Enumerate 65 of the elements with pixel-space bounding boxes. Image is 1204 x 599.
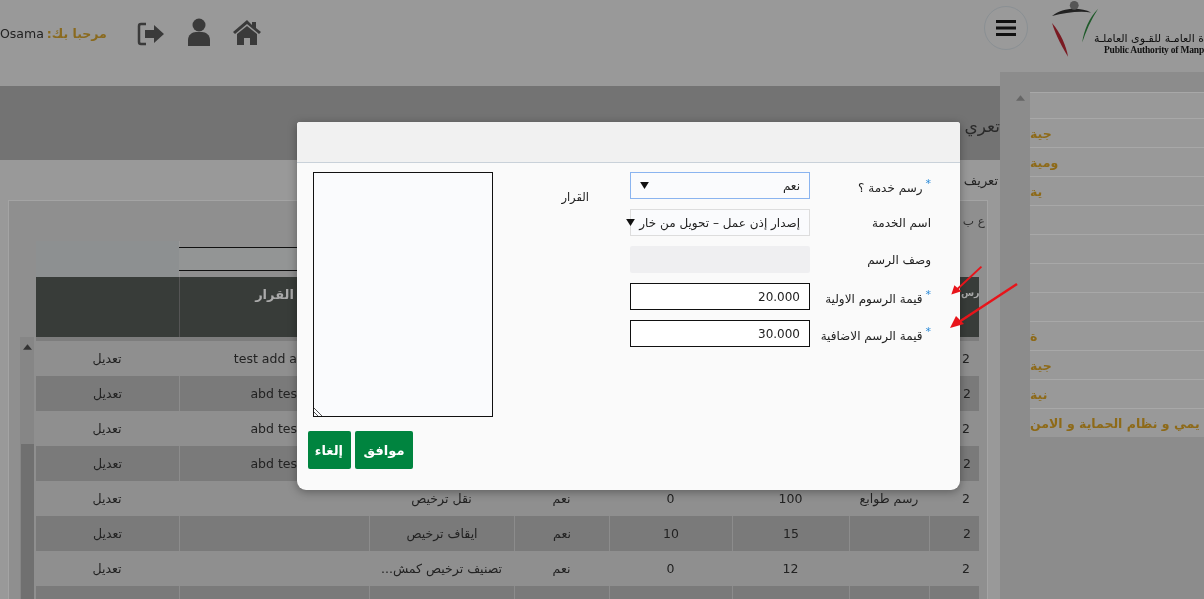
table-cell: 2 <box>963 456 971 471</box>
table-cell: abd tes <box>250 421 297 436</box>
column-header[interactable]: القرار <box>255 287 294 337</box>
table-cell: رسم طوابع <box>859 491 919 506</box>
table-cell: 2 <box>962 421 970 436</box>
edit-link[interactable]: تعديل <box>92 491 122 506</box>
table-cell: 10 <box>663 526 679 541</box>
scroll-up-icon[interactable] <box>1016 95 1025 101</box>
input-field[interactable]: 30.000 <box>630 320 810 347</box>
menu-icon <box>996 20 1016 36</box>
user-icon[interactable] <box>187 18 211 46</box>
edit-link[interactable]: تعديل <box>92 561 122 576</box>
edit-link[interactable]: تعديل <box>93 386 122 401</box>
table-cell: 2 <box>962 351 970 366</box>
edit-link[interactable]: تعديل <box>93 526 122 541</box>
edit-link[interactable]: تعديل <box>92 421 122 436</box>
table-cell: 0 <box>666 561 675 576</box>
page-title: تعري <box>964 116 1000 136</box>
table-cell: 12 <box>782 561 799 576</box>
resize-grip-icon[interactable] <box>314 406 324 416</box>
edit-link[interactable]: تعديل <box>93 456 122 471</box>
panel-caption: ع ب <box>962 214 985 228</box>
caret-icon <box>640 182 649 189</box>
table-cell: 2 <box>962 561 970 576</box>
breadcrumb[interactable]: تعريف <box>963 172 998 188</box>
table-cell: 2 <box>963 386 971 401</box>
table-cell: 0 <box>666 491 675 506</box>
dropdown[interactable]: نعم <box>630 172 810 199</box>
field-label: اسم الخدمة <box>871 215 931 230</box>
caret-icon <box>626 219 636 226</box>
table-cell: 2 <box>962 491 970 506</box>
user-name: Osama <box>0 26 44 41</box>
logo-arabic-text: ة العامـة للقـوى العاملـة <box>1093 32 1204 45</box>
sidebar-item[interactable] <box>1030 92 1204 118</box>
table-cell: 2 <box>963 526 971 541</box>
table-cell: 15 <box>783 526 799 541</box>
sidebar-item[interactable] <box>1030 205 1204 234</box>
edit-link[interactable]: تعديل <box>92 351 122 366</box>
sidebar-item[interactable] <box>1030 263 1204 292</box>
scrollbar[interactable] <box>20 337 34 599</box>
table-cell: تصنيف ترخيص كمش... <box>381 561 502 576</box>
menu-button[interactable] <box>984 6 1028 50</box>
sidebar-item[interactable] <box>1030 292 1204 321</box>
table-cell: abd tes <box>250 386 297 401</box>
column-header[interactable]: رس <box>961 287 979 337</box>
home-icon[interactable] <box>232 19 262 45</box>
input-field[interactable]: 20.000 <box>630 283 810 310</box>
greeting-label: مرحبا بك: <box>46 26 107 41</box>
scroll-up-icon[interactable] <box>23 344 32 350</box>
dialog-button[interactable]: موافق <box>355 431 413 469</box>
exit-icon[interactable] <box>137 22 165 46</box>
scroll-thumb[interactable] <box>21 444 34 599</box>
table-cell: نقل ترخيص <box>411 491 472 506</box>
table-cell: test add a <box>233 351 297 366</box>
field-label: القرار <box>561 190 589 204</box>
field-label: وصف الرسم <box>867 252 931 267</box>
table-cell: abd tes <box>250 456 297 471</box>
table-cell: نعم <box>552 491 571 506</box>
dialog-button[interactable]: إلغاء <box>308 431 351 469</box>
table-cell: ايقاف ترخيص <box>406 526 478 541</box>
sidebar-item[interactable] <box>1030 234 1204 263</box>
table-cell: نعم <box>552 561 571 576</box>
table-cell: 100 <box>778 491 803 506</box>
logo-english-text: Public Authority of Manp <box>1104 45 1204 55</box>
table-cell: نعم <box>553 526 571 541</box>
